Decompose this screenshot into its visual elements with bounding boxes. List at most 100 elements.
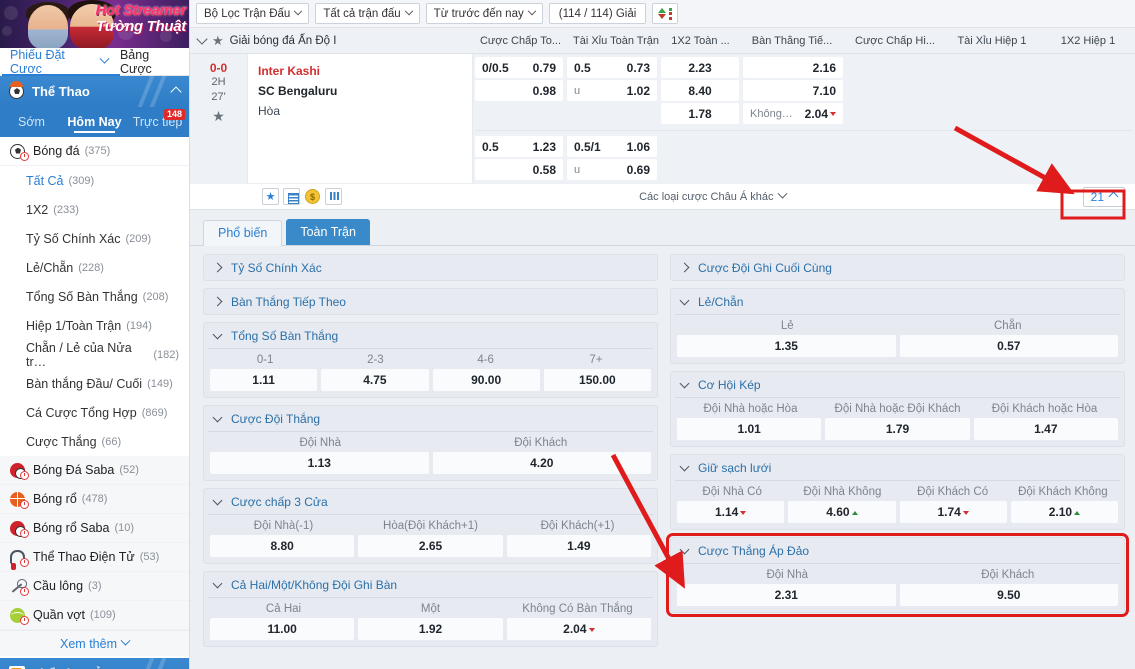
tab-full-match[interactable]: Toàn Trận — [286, 219, 370, 245]
odds-cell[interactable]: u 1.02 — [567, 80, 657, 101]
sidebar-subitem-all[interactable]: Tất Cả (309) — [0, 166, 189, 195]
odds-cell[interactable]: 1.78 — [661, 103, 739, 124]
odds-button[interactable]: 4.60 — [788, 501, 896, 523]
match-odds-area: 0/0.5 0.79 0.98 0.5 0.73 u 1.02 2.23 8.4… — [473, 54, 1135, 183]
subtab-today[interactable]: Hôm Nay — [63, 107, 126, 137]
statistics-list-icon[interactable] — [283, 188, 300, 205]
odds-button[interactable]: 90.00 — [432, 369, 540, 391]
sidebar-subitem-outright[interactable]: Cược Thắng (66) — [0, 427, 189, 456]
divider — [675, 563, 1120, 564]
trend-down-icon — [740, 510, 747, 515]
label: 1X2 — [26, 202, 49, 217]
sidebar-subitem-total-goals[interactable]: Tổng Số Bàn Thắng (208) — [0, 282, 189, 311]
odds-button[interactable]: 1.47 — [973, 418, 1118, 440]
odds-cell[interactable]: 0.58 — [475, 159, 563, 180]
all-matches-button[interactable]: Tất cả trận đấu — [315, 3, 420, 24]
coin-icon[interactable]: $ — [304, 188, 321, 205]
odds-button[interactable]: 1.14 — [677, 501, 785, 523]
sidebar-subitem-1x2[interactable]: 1X2 (233) — [0, 195, 189, 224]
market-header[interactable]: Giữ sạch lưới — [671, 455, 1124, 480]
market-odds: 1.13 4.20 — [210, 452, 651, 474]
odds-cell[interactable]: 2.16 — [743, 57, 843, 78]
odds-button[interactable]: 1.01 — [677, 418, 822, 440]
sidebar-item-saba-soccer[interactable]: Bóng Đá Saba (52) — [0, 456, 189, 485]
odds-cell[interactable]: 0/0.5 0.79 — [475, 57, 563, 78]
market-header[interactable]: Cược Đội Ghi Cuối Cùng — [671, 255, 1124, 280]
star-icon[interactable]: ★ — [212, 33, 224, 49]
market-odds: 11.00 1.92 2.04 — [210, 618, 651, 640]
match-filter-button[interactable]: Bộ Lọc Trận Đấu — [196, 3, 310, 24]
market-header[interactable]: Cả Hai/Một/Không Đội Ghi Bàn — [204, 572, 657, 597]
sidebar-subitem-ht-ft[interactable]: Hiệp 1/Toàn Trận (194) — [0, 311, 189, 340]
odds-cell[interactable]: u 0.69 — [567, 159, 657, 180]
see-more-button[interactable]: Xem thêm — [0, 630, 189, 656]
sidebar-item-tennis[interactable]: Quần vợt (109) — [0, 601, 189, 630]
odds-button[interactable]: 1.35 — [677, 335, 896, 357]
sidebar-subitem-first-last-goal[interactable]: Bàn thắng Đầu/ Cuối (149) — [0, 369, 189, 398]
odds-button[interactable]: 4.75 — [321, 369, 429, 391]
sidebar-subitem-half-odd-even[interactable]: Chẵn / Lẻ của Nửa tr… (182) — [0, 340, 189, 369]
sort-button[interactable] — [652, 3, 679, 24]
sidebar-subitem-correct-score[interactable]: Tỷ Số Chính Xác (209) — [0, 224, 189, 253]
odds-cell[interactable]: 7.10 — [743, 80, 843, 101]
odds-button[interactable]: 1.11 — [210, 369, 318, 391]
odds-cell[interactable]: 0.5 0.73 — [567, 57, 657, 78]
asian-markets-toggle[interactable]: Các loại cược Châu Á khác — [639, 188, 787, 203]
odds-button[interactable]: 2.10 — [1010, 501, 1118, 523]
odds-cell[interactable]: 0.98 — [475, 80, 563, 101]
league-name: Giải bóng đá Ấn Độ I — [229, 34, 337, 47]
market-header[interactable]: Cược Thắng Áp Đảo — [671, 538, 1124, 563]
market-header[interactable]: Cơ Hội Kép — [671, 372, 1124, 397]
subtab-live[interactable]: Trực tiếp 148 — [126, 107, 189, 137]
odds-button[interactable]: 9.50 — [899, 584, 1118, 606]
odds-cell[interactable]: 2.23 — [661, 57, 739, 78]
odds-cell[interactable]: 0.5 1.23 — [475, 136, 563, 157]
sidebar-item-badminton[interactable]: Cầu lông (3) — [0, 572, 189, 601]
sidebar-section-sports[interactable]: Thể Thao — [0, 76, 189, 107]
odds-cell[interactable]: 0.5/1 1.06 — [567, 136, 657, 157]
market-header[interactable]: Lẻ/Chẵn — [671, 289, 1124, 314]
odds-button[interactable]: 1.74 — [899, 501, 1007, 523]
bar-chart-icon[interactable] — [325, 188, 342, 205]
odds-button[interactable]: 150.00 — [543, 369, 651, 391]
sidebar-item-basketball[interactable]: Bóng rổ (478) — [0, 485, 189, 514]
odds-button[interactable]: 11.00 — [210, 618, 355, 640]
sidebar-sub-list: Tất Cả (309) 1X2 (233) Tỷ Số Chính Xác (… — [0, 166, 189, 456]
odds-cell[interactable]: Không… 2.04 — [743, 103, 843, 124]
market-header[interactable]: Tổng Số Bàn Thắng — [204, 323, 657, 348]
subtab-early[interactable]: Sớm — [0, 107, 63, 137]
market-header[interactable]: Cược chấp 3 Cửa — [204, 489, 657, 514]
odds-button[interactable]: 2.31 — [677, 584, 896, 606]
market-header[interactable]: Tỷ Số Chính Xác — [204, 255, 657, 280]
market-header[interactable]: Bàn Thắng Tiếp Theo — [204, 289, 657, 314]
time-range-button[interactable]: Từ trước đến nay — [425, 3, 543, 24]
sidebar-item-esports[interactable]: Thể Thao Điện Tử (53) — [0, 543, 189, 572]
odds-button[interactable]: 4.20 — [432, 452, 651, 474]
sidebar-subitem-odd-even[interactable]: Lẻ/Chẵn (228) — [0, 253, 189, 282]
trend-down-icon — [830, 111, 836, 116]
market-body: 0-1 2-3 4-6 7+ 1.11 4.75 90.00 150.00 — [204, 353, 657, 397]
tab-bet-board[interactable]: Bảng Cược — [114, 48, 189, 76]
odds-button[interactable]: 8.80 — [210, 535, 355, 557]
odds-button[interactable]: 2.04 — [506, 618, 651, 640]
odds-button[interactable]: 1.49 — [506, 535, 651, 557]
odds-button[interactable]: 1.92 — [358, 618, 503, 640]
sidebar-item-saba-basketball[interactable]: Bóng rổ Saba (10) — [0, 514, 189, 543]
odds-cell[interactable]: 8.40 — [661, 80, 739, 101]
tab-bet-slip[interactable]: Phiếu Đặt Cược — [4, 48, 114, 76]
more-markets-count-box[interactable]: 21 — [1082, 186, 1125, 207]
market-header[interactable]: Cược Đội Thắng — [204, 406, 657, 431]
odds-button[interactable]: 1.13 — [210, 452, 429, 474]
odds-button[interactable]: 2.65 — [358, 535, 503, 557]
star-icon[interactable]: ★ — [262, 188, 279, 205]
sidebar-item-football[interactable]: Bóng đá (375) — [0, 137, 189, 166]
promo-banner[interactable]: Hot Streamer Tường Thuật — [0, 0, 189, 48]
tab-popular[interactable]: Phổ biến — [203, 220, 283, 246]
sidebar-subitem-mix-parlay[interactable]: Cá Cược Tổng Hợp (869) — [0, 398, 189, 427]
odds-button[interactable]: 1.79 — [825, 418, 970, 440]
chevron-down-icon[interactable] — [196, 33, 208, 45]
sidebar-section-virtual-sports[interactable]: Thể Thao Ảo — [0, 658, 189, 669]
star-icon[interactable]: ★ — [190, 108, 247, 125]
odds-button[interactable]: 0.57 — [899, 335, 1118, 357]
chevron-right-icon — [212, 262, 223, 273]
